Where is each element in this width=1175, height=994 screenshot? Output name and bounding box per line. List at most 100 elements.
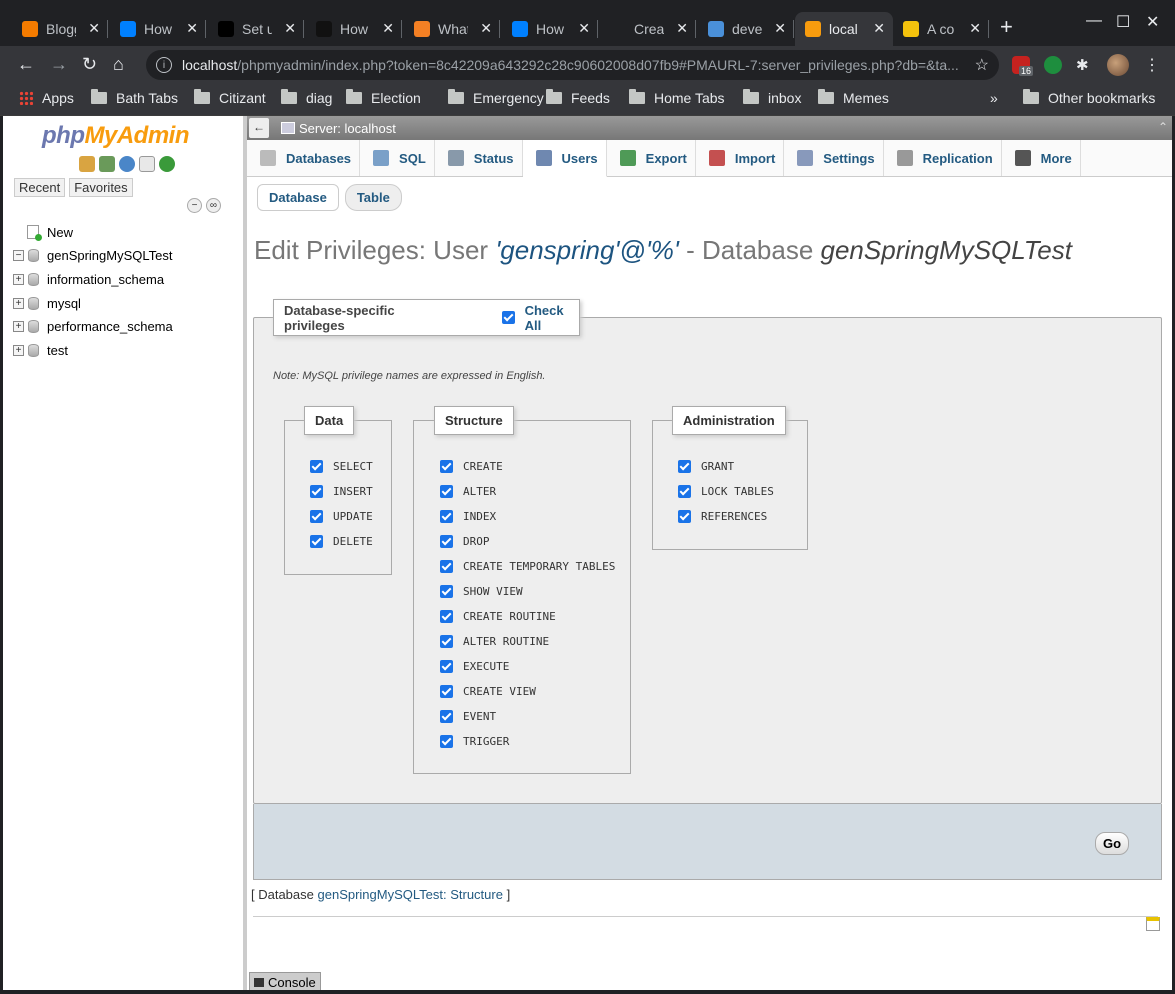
tree-item-label[interactable]: performance_schema (47, 319, 173, 334)
back-icon[interactable]: ← (17, 54, 35, 75)
collapse-top-menu-icon[interactable]: ⌃ (1158, 120, 1168, 134)
tab-status[interactable]: Status (435, 140, 523, 176)
help-icon[interactable] (119, 156, 135, 172)
docs-icon[interactable] (139, 156, 155, 172)
bookmark-folder[interactable]: diag (281, 89, 332, 106)
privilege-create[interactable]: CREATE (440, 460, 503, 473)
privilege-update[interactable]: UPDATE (310, 510, 373, 523)
privilege-references[interactable]: REFERENCES (678, 510, 767, 523)
privilege-checkbox[interactable] (678, 510, 691, 523)
privilege-checkbox[interactable] (440, 460, 453, 473)
browser-tab[interactable]: A co ✕ (893, 12, 989, 46)
tab-import[interactable]: Import (696, 140, 785, 176)
privilege-grant[interactable]: GRANT (678, 460, 734, 473)
tree-item-label[interactable]: genSpringMySQLTest (47, 248, 173, 263)
privilege-create-routine[interactable]: CREATE ROUTINE (440, 610, 556, 623)
privilege-checkbox[interactable] (310, 510, 323, 523)
privilege-delete[interactable]: DELETE (310, 535, 373, 548)
console-toggle[interactable]: Console (249, 972, 321, 990)
privilege-checkbox[interactable] (678, 485, 691, 498)
tab-settings[interactable]: Settings (784, 140, 884, 176)
bookmark-folder[interactable]: Feeds (546, 89, 610, 106)
toggle-nav-icon[interactable]: ← (249, 118, 269, 138)
home-icon[interactable]: ⌂ (113, 54, 124, 75)
minimize-icon[interactable]: — (1086, 12, 1102, 30)
address-bar[interactable]: i localhost /phpmyadmin/index.php?token=… (146, 50, 999, 80)
privilege-checkbox[interactable] (310, 535, 323, 548)
close-tab-icon[interactable]: ✕ (186, 20, 198, 37)
privilege-alter-routine[interactable]: ALTER ROUTINE (440, 635, 549, 648)
browser-tab[interactable]: deve ✕ (698, 12, 794, 46)
reload-navigation-icon[interactable] (159, 156, 175, 172)
maximize-icon[interactable]: ☐ (1116, 12, 1130, 32)
browser-tab[interactable]: How ✕ (306, 12, 402, 46)
close-tab-icon[interactable]: ✕ (774, 20, 786, 37)
privilege-insert[interactable]: INSERT (310, 485, 373, 498)
bookmark-folder[interactable]: Emergency (448, 89, 544, 106)
privilege-trigger[interactable]: TRIGGER (440, 735, 509, 748)
close-tab-icon[interactable]: ✕ (480, 20, 492, 37)
check-all-checkbox[interactable] (501, 311, 515, 324)
close-tab-icon[interactable]: ✕ (382, 20, 394, 37)
close-window-icon[interactable]: ✕ (1146, 12, 1159, 32)
privilege-checkbox[interactable] (440, 535, 453, 548)
privilege-execute[interactable]: EXECUTE (440, 660, 509, 673)
bookmark-star-icon[interactable]: ☆ (975, 55, 989, 75)
new-tab-button[interactable]: + (1000, 14, 1013, 40)
browser-tab[interactable]: Set u ✕ (208, 12, 304, 46)
close-tab-icon[interactable]: ✕ (676, 20, 688, 37)
close-tab-icon[interactable]: ✕ (969, 20, 981, 37)
privilege-select[interactable]: SELECT (310, 460, 373, 473)
bookmark-folder[interactable]: Bath Tabs (91, 89, 178, 106)
privilege-checkbox[interactable] (440, 585, 453, 598)
browser-tab[interactable]: How ✕ (502, 12, 598, 46)
browser-tab[interactable]: Blogg ✕ (12, 12, 108, 46)
privilege-index[interactable]: INDEX (440, 510, 496, 523)
tree-item-database[interactable]: + mysql (13, 293, 81, 313)
tree-item-label[interactable]: information_schema (47, 272, 164, 287)
browser-tab[interactable]: What ✕ (404, 12, 500, 46)
recent-button[interactable]: Recent (14, 178, 66, 197)
collapse-all-icon[interactable]: − (187, 198, 202, 213)
puzzle-extensions-icon[interactable]: ✱ (1076, 56, 1094, 74)
browser-tab[interactable]: Creat ✕ (600, 12, 696, 46)
bookmarks-overflow-icon[interactable]: » (990, 90, 998, 106)
grammarly-extension-icon[interactable] (1044, 56, 1062, 74)
collapse-icon[interactable]: − (13, 249, 24, 261)
browser-menu-icon[interactable]: ⋮ (1144, 55, 1160, 75)
close-tab-icon[interactable]: ✕ (578, 20, 590, 37)
tree-item-label[interactable]: test (47, 343, 68, 358)
tree-item-database[interactable]: − genSpringMySQLTest (13, 245, 173, 265)
privilege-checkbox[interactable] (440, 710, 453, 723)
go-button[interactable]: Go (1095, 832, 1130, 855)
privilege-drop[interactable]: DROP (440, 535, 490, 548)
tree-item-new[interactable]: New (27, 222, 73, 242)
tree-item-label[interactable]: mysql (47, 296, 81, 311)
bookmark-folder[interactable]: Home Tabs (629, 89, 725, 106)
close-tab-icon[interactable]: ✕ (284, 20, 296, 37)
expand-icon[interactable]: + (13, 273, 24, 285)
check-all-label[interactable]: Check All (525, 303, 579, 333)
home-icon[interactable] (79, 156, 95, 172)
tab-replication[interactable]: Replication (884, 140, 1002, 176)
close-tab-icon[interactable]: ✕ (88, 20, 100, 37)
phpmyadmin-logo[interactable]: phpMyAdmin (42, 122, 189, 150)
privilege-checkbox[interactable] (440, 660, 453, 673)
expand-icon[interactable]: + (13, 320, 24, 332)
structure-link[interactable]: genSpringMySQLTest: Structure (318, 887, 503, 902)
tab-databases[interactable]: Databases (247, 140, 361, 176)
privilege-checkbox[interactable] (440, 685, 453, 698)
privilege-checkbox[interactable] (310, 460, 323, 473)
privilege-alter[interactable]: ALTER (440, 485, 496, 498)
bookmark-folder[interactable]: Citizant (194, 89, 266, 106)
tab-sql[interactable]: SQL (360, 140, 435, 176)
privilege-show-view[interactable]: SHOW VIEW (440, 585, 523, 598)
favorites-button[interactable]: Favorites (69, 178, 133, 197)
expand-icon[interactable]: + (13, 344, 24, 356)
privilege-checkbox[interactable] (440, 510, 453, 523)
privilege-checkbox[interactable] (440, 635, 453, 648)
bookmark-folder[interactable]: Memes (818, 89, 889, 106)
close-tab-icon[interactable]: ✕ (873, 20, 885, 37)
privilege-create-temporary-tables[interactable]: CREATE TEMPORARY TABLES (440, 560, 615, 573)
browser-tab[interactable]: local ✕ (795, 12, 893, 46)
